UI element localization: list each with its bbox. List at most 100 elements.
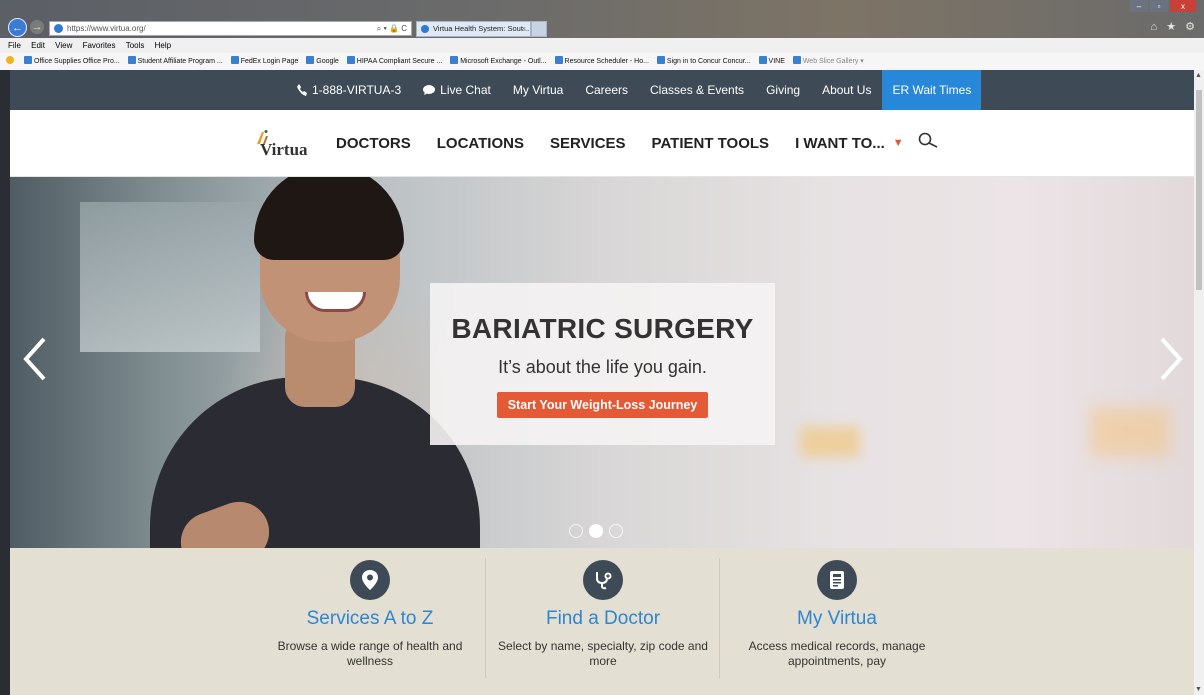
chevron-left-icon[interactable]	[22, 337, 48, 381]
address-tools[interactable]: ⌕ ▾ 🔒 C	[377, 22, 407, 35]
carousel-dot[interactable]	[569, 524, 583, 538]
feature-description: Select by name, specialty, zip code and …	[498, 639, 708, 668]
favorite-label: Google	[316, 58, 339, 65]
stethoscope-icon	[583, 560, 623, 600]
chat-bubble-icon	[423, 85, 436, 95]
scroll-up-icon[interactable]: ▲	[1195, 72, 1202, 79]
nav-patient-tools[interactable]: PATIENT TOOLS	[652, 135, 770, 152]
favorite-label: HIPAA Compliant Secure ...	[356, 58, 443, 65]
menu-file[interactable]: File	[8, 41, 21, 50]
scroll-thumb[interactable]	[1196, 90, 1202, 290]
giving-link[interactable]: Giving	[755, 70, 811, 110]
scroll-down-icon[interactable]: ▼	[1195, 686, 1202, 693]
nav-services[interactable]: SERVICES	[550, 135, 626, 152]
menu-bar: File Edit View Favorites Tools Help	[0, 38, 1204, 53]
feature-title[interactable]: My Virtua	[720, 608, 954, 630]
hero-subtitle: It’s about the life you gain.	[498, 357, 707, 377]
live-chat-label: Live Chat	[440, 83, 491, 97]
live-chat-link[interactable]: Live Chat	[412, 70, 502, 110]
favorites-star-icon[interactable]	[6, 53, 16, 70]
favorite-link[interactable]: Microsoft Exchange - Outl...	[450, 53, 547, 70]
utility-nav: 1-888-VIRTUA-3 Live Chat My Virtua Caree…	[10, 70, 1194, 110]
feature-services-a-to-z[interactable]: Services A to Z Browse a wide range of h…	[253, 548, 487, 695]
hero-background-light	[800, 427, 860, 457]
menu-view[interactable]: View	[55, 41, 72, 50]
favorite-link[interactable]: VINE	[758, 53, 785, 70]
site-favicon-icon	[54, 24, 63, 33]
my-virtua-link[interactable]: My Virtua	[502, 70, 574, 110]
concur-icon	[656, 56, 665, 64]
google-icon	[306, 56, 315, 64]
favicon-icon	[346, 56, 355, 64]
careers-link[interactable]: Careers	[574, 70, 639, 110]
hero-caption-card: BARIATRIC SURGERY It’s about the life yo…	[430, 283, 775, 445]
favorite-link[interactable]: Sign in to Concur Concur...	[656, 53, 751, 70]
maximize-button[interactable]: ▫	[1150, 0, 1168, 12]
forward-button[interactable]: →	[30, 20, 44, 34]
carousel-dot[interactable]	[609, 524, 623, 538]
utility-nav-items: 1-888-VIRTUA-3 Live Chat My Virtua Caree…	[286, 70, 982, 110]
minimize-button[interactable]: –	[1130, 0, 1148, 12]
favicon-icon	[758, 56, 767, 64]
close-window-button[interactable]: x	[1170, 0, 1196, 12]
nav-i-want-to[interactable]: I WANT TO... ▼	[795, 135, 904, 152]
feature-title[interactable]: Services A to Z	[253, 608, 487, 630]
nav-locations[interactable]: LOCATIONS	[437, 135, 524, 152]
logo-text: Virtua	[260, 140, 308, 159]
website-viewport: 1-888-VIRTUA-3 Live Chat My Virtua Caree…	[10, 70, 1194, 695]
about-us-link[interactable]: About Us	[811, 70, 882, 110]
search-icon[interactable]	[918, 132, 940, 150]
browser-tab[interactable]: Virtua Health System: Sout... ×	[416, 21, 531, 37]
back-button[interactable]: ←	[8, 18, 27, 37]
url-text[interactable]: https://www.virtua.org/	[67, 22, 146, 35]
favorite-link[interactable]: Google	[306, 53, 339, 70]
menu-edit[interactable]: Edit	[31, 41, 45, 50]
hero-person-hair	[254, 177, 404, 260]
feature-description: Access medical records, manage appointme…	[748, 639, 926, 668]
hero-background-light	[1090, 407, 1170, 457]
medical-record-icon	[817, 560, 857, 600]
favorite-label: Web Slice Gallery ▾	[802, 58, 864, 65]
feature-find-a-doctor[interactable]: Find a Doctor Select by name, specialty,…	[486, 548, 720, 695]
favicon-icon	[23, 56, 32, 64]
favorite-link[interactable]: Student Affiliate Program ...	[127, 53, 223, 70]
favorite-link[interactable]: Resource Scheduler - Ho...	[554, 53, 649, 70]
favorite-link[interactable]: HIPAA Compliant Secure ...	[346, 53, 443, 70]
feature-links: Services A to Z Browse a wide range of h…	[10, 548, 1194, 695]
weight-loss-journey-button[interactable]: Start Your Weight-Loss Journey	[496, 392, 709, 418]
menu-favorites[interactable]: Favorites	[83, 41, 116, 50]
favorite-link[interactable]: Office Supplies Office Pro...	[23, 53, 120, 70]
browser-toolbar-icons[interactable]: ⌂ ★ ⚙	[1151, 20, 1198, 33]
favorite-label: Sign in to Concur Concur...	[666, 58, 751, 65]
nav-doctors[interactable]: DOCTORS	[336, 135, 411, 152]
arrow-left-icon: ←	[12, 21, 23, 34]
favicon-icon	[792, 56, 801, 64]
hero-title: BARIATRIC SURGERY	[451, 313, 754, 344]
favicon-icon	[127, 56, 136, 64]
address-bar[interactable]: https://www.virtua.org/ ⌕ ▾ 🔒 C	[49, 21, 412, 36]
feature-description: Browse a wide range of health and wellne…	[277, 639, 463, 668]
phone-icon	[297, 84, 307, 96]
chevron-right-icon[interactable]	[1158, 337, 1184, 381]
tab-close-icon[interactable]: ×	[522, 22, 526, 36]
favorite-label: VINE	[768, 58, 785, 65]
feature-my-virtua[interactable]: My Virtua Access medical records, manage…	[720, 548, 954, 695]
arrow-right-icon: →	[31, 21, 43, 33]
new-tab-button[interactable]	[531, 21, 547, 37]
classes-events-link[interactable]: Classes & Events	[639, 70, 755, 110]
favorite-link[interactable]: FedEx Login Page	[230, 53, 298, 70]
er-wait-times-link[interactable]: ER Wait Times	[882, 70, 982, 110]
carousel-pagination	[569, 524, 623, 538]
phone-link[interactable]: 1-888-VIRTUA-3	[286, 70, 412, 110]
favorite-label: Office Supplies Office Pro...	[33, 58, 120, 65]
carousel-dot-active[interactable]	[589, 524, 603, 538]
page-scrollbar[interactable]: ▲ ▼	[1194, 70, 1204, 695]
favorite-link[interactable]: Web Slice Gallery ▾	[792, 53, 864, 70]
hero-background-window	[80, 202, 260, 352]
menu-help[interactable]: Help	[155, 41, 171, 50]
menu-tools[interactable]: Tools	[126, 41, 145, 50]
feature-title[interactable]: Find a Doctor	[486, 608, 720, 630]
fedex-icon	[230, 56, 239, 64]
main-nav: Virtua DOCTORS LOCATIONS SERVICES PATIEN…	[10, 110, 1194, 177]
main-nav-items: DOCTORS LOCATIONS SERVICES PATIENT TOOLS…	[336, 110, 930, 176]
